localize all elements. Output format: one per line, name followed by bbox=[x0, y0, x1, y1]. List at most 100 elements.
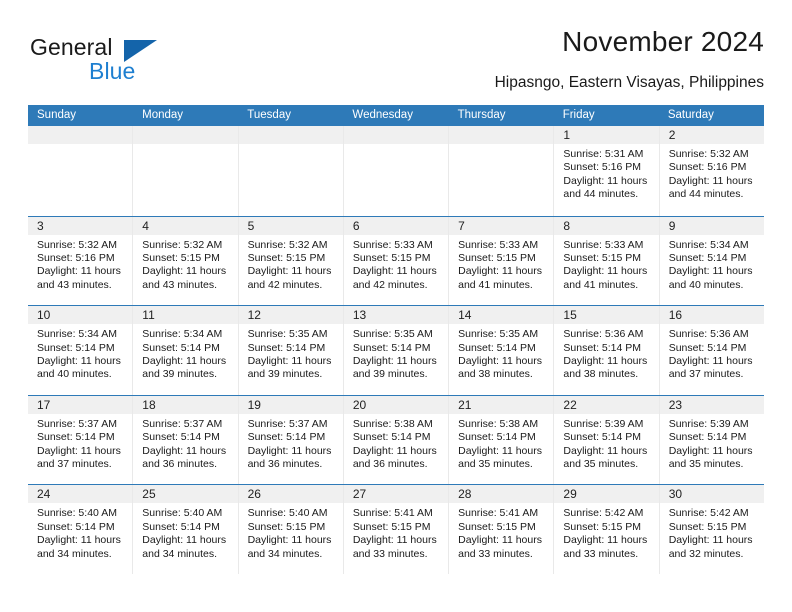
day-daylight-text: Daylight: 11 hours and 35 minutes. bbox=[563, 444, 648, 470]
calendar-day-cell[interactable]: 12 Sunrise: 5:35 AM Sunset: 5:14 PM Dayligh… bbox=[238, 306, 344, 395]
calendar-day-cell[interactable]: 26 Sunrise: 5:40 AM Sunset: 5:15 PM Dayligh… bbox=[238, 485, 344, 574]
calendar-day-cell[interactable]: 6 Sunrise: 5:33 AM Sunset: 5:15 PM Daylight… bbox=[343, 216, 450, 306]
day-sunset-text: Sunset: 5:14 PM bbox=[247, 341, 326, 354]
day-sunrise-text: Sunrise: 5:37 AM bbox=[37, 417, 117, 430]
day-daylight-text: Daylight: 11 hours and 40 minutes. bbox=[37, 355, 121, 381]
general-blue-logo[interactable]: General Blue bbox=[28, 26, 228, 84]
day-number: 4 bbox=[142, 218, 149, 233]
calendar-day-cell[interactable]: 17 Sunrise: 5:37 AM Sunset: 5:14 PM Dayligh… bbox=[28, 395, 134, 485]
calendar-day-cell[interactable]: 11 Sunrise: 5:34 AM Sunset: 5:14 PM Dayligh… bbox=[133, 306, 239, 395]
page-header: General Blue November 2024 Hipasngo, Eas… bbox=[28, 26, 764, 98]
day-number: 3 bbox=[37, 218, 44, 233]
calendar-day-cell-empty bbox=[343, 126, 450, 216]
calendar-day-cell-empty bbox=[28, 126, 134, 216]
calendar-page: General Blue November 2024 Hipasngo, Eas… bbox=[0, 0, 792, 612]
day-sun-info: Sunrise: 5:42 AM Sunset: 5:15 PM Daylight:… bbox=[554, 503, 658, 561]
calendar-day-cell[interactable]: 16 Sunrise: 5:36 AM Sunset: 5:14 PM Dayligh… bbox=[659, 306, 764, 395]
calendar-day-cell[interactable]: 1 Sunrise: 5:31 AM Sunset: 5:16 PM Daylight… bbox=[554, 126, 660, 216]
day-number: 23 bbox=[668, 397, 683, 412]
day-number: 29 bbox=[563, 487, 577, 502]
day-sun-info: Sunrise: 5:32 AM Sunset: 5:15 PM Daylight:… bbox=[239, 235, 343, 293]
calendar-day-cell[interactable]: 18 Sunrise: 5:37 AM Sunset: 5:14 PM Dayligh… bbox=[133, 395, 239, 485]
calendar-day-cell[interactable]: 19 Sunrise: 5:37 AM Sunset: 5:14 PM Dayligh… bbox=[238, 395, 344, 485]
day-sunset-text: Sunset: 5:14 PM bbox=[668, 341, 747, 354]
weekday-header-friday: Friday bbox=[562, 109, 595, 121]
day-sunset-text: Sunset: 5:16 PM bbox=[668, 161, 747, 174]
day-sunset-text: Sunset: 5:14 PM bbox=[247, 431, 326, 444]
calendar-day-cell[interactable]: 23 Sunrise: 5:39 AM Sunset: 5:14 PM Dayligh… bbox=[659, 395, 764, 485]
calendar-day-cell[interactable]: 28 Sunrise: 5:41 AM Sunset: 5:15 PM Dayligh… bbox=[449, 485, 555, 574]
day-sun-info: Sunrise: 5:41 AM Sunset: 5:15 PM Daylight:… bbox=[449, 503, 553, 561]
calendar-day-cell[interactable]: 29 Sunrise: 5:42 AM Sunset: 5:15 PM Dayligh… bbox=[554, 485, 660, 574]
calendar-week-row: 24 Sunrise: 5:40 AM Sunset: 5:14 PM Dayligh… bbox=[28, 484, 764, 574]
day-number-band bbox=[343, 126, 449, 144]
calendar-day-cell[interactable]: 3 Sunrise: 5:32 AM Sunset: 5:16 PM Daylight… bbox=[28, 216, 134, 306]
day-number-band: 25 bbox=[133, 485, 238, 504]
day-sunrise-text: Sunrise: 5:32 AM bbox=[37, 238, 117, 251]
calendar-day-cell[interactable]: 30 Sunrise: 5:42 AM Sunset: 5:15 PM Dayligh… bbox=[659, 485, 764, 574]
day-sun-info: Sunrise: 5:34 AM Sunset: 5:14 PM Daylight:… bbox=[133, 324, 237, 382]
day-number: 27 bbox=[352, 487, 367, 502]
calendar-day-cell[interactable]: 7 Sunrise: 5:33 AM Sunset: 5:15 PM Daylight… bbox=[449, 216, 555, 306]
calendar-day-cell[interactable]: 24 Sunrise: 5:40 AM Sunset: 5:14 PM Dayligh… bbox=[28, 485, 134, 574]
day-number-band bbox=[133, 126, 238, 144]
day-sun-info: Sunrise: 5:40 AM Sunset: 5:15 PM Daylight:… bbox=[239, 503, 343, 561]
day-sunset-text: Sunset: 5:14 PM bbox=[668, 252, 747, 264]
day-sunset-text: Sunset: 5:14 PM bbox=[563, 431, 642, 444]
day-sunset-text: Sunset: 5:14 PM bbox=[458, 341, 536, 354]
day-daylight-text: Daylight: 11 hours and 33 minutes. bbox=[352, 534, 437, 560]
day-sun-info: Sunrise: 5:37 AM Sunset: 5:14 PM Daylight:… bbox=[28, 414, 132, 472]
day-sunrise-text: Sunrise: 5:39 AM bbox=[668, 417, 749, 430]
calendar-day-cell[interactable]: 22 Sunrise: 5:39 AM Sunset: 5:14 PM Dayligh… bbox=[554, 395, 660, 485]
calendar-week-row: 10 Sunrise: 5:34 AM Sunset: 5:14 PM Dayligh… bbox=[28, 305, 764, 395]
day-daylight-text: Daylight: 11 hours and 34 minutes. bbox=[37, 534, 121, 560]
calendar-day-cell[interactable]: 5 Sunrise: 5:32 AM Sunset: 5:15 PM Daylight… bbox=[238, 216, 344, 306]
weekday-header-saturday: Saturday bbox=[667, 109, 714, 121]
calendar-day-cell[interactable]: 27 Sunrise: 5:41 AM Sunset: 5:15 PM Dayligh… bbox=[343, 485, 450, 574]
weekday-header-thursday: Thursday bbox=[457, 109, 506, 121]
day-number: 7 bbox=[458, 218, 465, 233]
day-number: 21 bbox=[458, 397, 472, 412]
calendar-day-cell[interactable]: 15 Sunrise: 5:36 AM Sunset: 5:14 PM Dayligh… bbox=[554, 306, 660, 395]
day-number-band: 19 bbox=[238, 395, 343, 414]
calendar-day-cell[interactable]: 4 Sunrise: 5:32 AM Sunset: 5:15 PM Daylight… bbox=[133, 216, 239, 306]
day-sunset-text: Sunset: 5:15 PM bbox=[458, 252, 536, 264]
day-daylight-text: Daylight: 11 hours and 38 minutes. bbox=[458, 355, 542, 381]
day-number: 6 bbox=[352, 218, 360, 233]
calendar-day-cell[interactable]: 9 Sunrise: 5:34 AM Sunset: 5:14 PM Daylight… bbox=[659, 216, 764, 306]
calendar-day-cell[interactable]: 25 Sunrise: 5:40 AM Sunset: 5:14 PM Dayligh… bbox=[133, 485, 239, 574]
day-sunrise-text: Sunrise: 5:35 AM bbox=[247, 328, 328, 341]
day-sunset-text: Sunset: 5:15 PM bbox=[352, 252, 431, 264]
weekday-header-wednesday: Wednesday bbox=[352, 109, 413, 121]
day-sunset-text: Sunset: 5:14 PM bbox=[352, 341, 431, 354]
calendar-day-cell[interactable]: 10 Sunrise: 5:34 AM Sunset: 5:14 PM Dayligh… bbox=[28, 306, 134, 395]
day-sun-info: Sunrise: 5:42 AM Sunset: 5:15 PM Daylight:… bbox=[660, 503, 764, 561]
day-sun-info: Sunrise: 5:32 AM Sunset: 5:16 PM Daylight:… bbox=[28, 235, 132, 293]
day-sunrise-text: Sunrise: 5:38 AM bbox=[458, 417, 539, 430]
calendar-day-cell[interactable]: 20 Sunrise: 5:38 AM Sunset: 5:14 PM Dayligh… bbox=[343, 395, 450, 485]
calendar-day-cell[interactable]: 14 Sunrise: 5:35 AM Sunset: 5:14 PM Dayligh… bbox=[449, 306, 555, 395]
day-daylight-text: Daylight: 11 hours and 39 minutes. bbox=[142, 355, 227, 381]
day-sunset-text: Sunset: 5:15 PM bbox=[563, 520, 642, 533]
day-number-band: 2 bbox=[659, 126, 764, 144]
day-number-band: 18 bbox=[133, 395, 238, 414]
calendar-day-cell[interactable]: 13 Sunrise: 5:35 AM Sunset: 5:14 PM Dayligh… bbox=[343, 306, 450, 395]
day-number: 12 bbox=[247, 308, 261, 323]
day-number-band: 7 bbox=[449, 216, 554, 235]
day-number-band: 13 bbox=[343, 306, 449, 325]
day-number: 11 bbox=[142, 308, 155, 323]
weekday-header-row: Sunday Monday Tuesday Wednesday Thursday Frid… bbox=[28, 105, 764, 126]
day-daylight-text: Daylight: 11 hours and 35 minutes. bbox=[668, 444, 753, 470]
day-number-band: 4 bbox=[133, 216, 238, 235]
day-sunrise-text: Sunrise: 5:36 AM bbox=[668, 328, 749, 341]
day-sunrise-text: Sunrise: 5:37 AM bbox=[247, 417, 328, 430]
day-sunrise-text: Sunrise: 5:33 AM bbox=[458, 238, 539, 251]
calendar-day-cell[interactable]: 8 Sunrise: 5:33 AM Sunset: 5:15 PM Daylight… bbox=[554, 216, 660, 306]
day-number: 19 bbox=[247, 397, 261, 412]
day-sunrise-text: Sunrise: 5:34 AM bbox=[668, 238, 749, 251]
calendar-day-cell[interactable]: 21 Sunrise: 5:38 AM Sunset: 5:14 PM Dayligh… bbox=[449, 395, 555, 485]
day-number: 8 bbox=[563, 218, 571, 233]
day-number: 18 bbox=[142, 397, 156, 412]
day-sunset-text: Sunset: 5:15 PM bbox=[247, 520, 326, 533]
calendar-day-cell[interactable]: 2 Sunrise: 5:32 AM Sunset: 5:16 PM Daylight… bbox=[659, 126, 764, 216]
